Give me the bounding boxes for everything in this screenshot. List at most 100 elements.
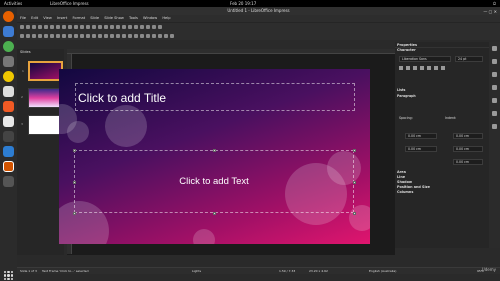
redo-icon[interactable] (80, 25, 84, 29)
crop-icon[interactable] (158, 33, 162, 38)
chart-icon[interactable] (134, 25, 138, 29)
arrange-icon[interactable] (140, 33, 144, 38)
toggle-extrusion-icon[interactable] (170, 33, 174, 38)
highlight-icon[interactable] (441, 66, 445, 70)
language-status[interactable]: English (Australia) (369, 268, 396, 275)
system-menu-icon[interactable]: ⏻ (493, 0, 496, 7)
arrow-icon[interactable] (68, 33, 72, 38)
fontwork-icon[interactable] (152, 25, 156, 29)
gallery-tab-icon[interactable] (492, 111, 497, 116)
line-color-icon[interactable] (44, 33, 48, 38)
resize-handle[interactable] (73, 149, 76, 152)
undo-icon[interactable] (74, 25, 78, 29)
title-placeholder[interactable]: Click to add Title (75, 83, 355, 111)
callouts-icon[interactable] (110, 33, 114, 38)
impress-icon[interactable] (3, 161, 14, 172)
shadow-text-icon[interactable] (427, 66, 431, 70)
select-icon[interactable] (20, 33, 24, 38)
bold-icon[interactable] (399, 66, 403, 70)
firefox-icon[interactable] (3, 11, 14, 22)
print-icon[interactable] (44, 25, 48, 29)
show-draw-functions-icon[interactable] (158, 25, 162, 29)
section-character[interactable]: Character (395, 48, 489, 53)
navigator-tab-icon[interactable] (492, 124, 497, 129)
first-line-indent-field[interactable]: 0.00 cm (453, 159, 483, 165)
align-icon[interactable] (134, 33, 138, 38)
connector-icon[interactable] (80, 33, 84, 38)
shadow-icon[interactable] (152, 33, 156, 38)
styles-tab-icon[interactable] (492, 98, 497, 103)
grid-icon[interactable] (92, 25, 96, 29)
slide-thumbnail-3[interactable]: 3 (21, 115, 63, 135)
menu-format[interactable]: Format (72, 16, 85, 20)
resize-handle[interactable] (73, 181, 76, 184)
flowchart-icon[interactable] (104, 33, 108, 38)
master-slides-tab-icon[interactable] (492, 85, 497, 90)
properties-tab-icon[interactable] (492, 46, 497, 51)
font-name-box[interactable]: Liberation Sans (399, 56, 451, 62)
menu-tools[interactable]: Tools (129, 16, 138, 20)
activities-button[interactable]: Activities (4, 0, 22, 7)
paste-icon[interactable] (62, 25, 66, 29)
open-icon[interactable] (26, 25, 30, 29)
basic-shapes-icon[interactable] (86, 33, 90, 38)
stars-icon[interactable] (116, 33, 120, 38)
resize-handle[interactable] (213, 149, 216, 152)
display-views-icon[interactable] (98, 25, 102, 29)
clone-icon[interactable] (68, 25, 72, 29)
menu-file[interactable]: File (20, 16, 26, 20)
text-icon[interactable] (32, 33, 36, 38)
menu-edit[interactable]: Edit (31, 16, 38, 20)
spacing-above-field[interactable]: 0.00 cm (405, 133, 437, 139)
start-slideshow-icon[interactable] (110, 25, 114, 29)
table-icon[interactable] (116, 25, 120, 29)
indent-after-field[interactable]: 0.00 cm (453, 146, 483, 152)
app-menu[interactable]: LibreOffice Impress (50, 0, 89, 7)
menu-slide-show[interactable]: Slide Show (104, 16, 124, 20)
show-apps-icon[interactable] (4, 271, 13, 280)
chrome-icon[interactable] (3, 41, 14, 52)
distribute-icon[interactable] (146, 33, 150, 38)
filter-icon[interactable] (164, 33, 168, 38)
resize-handle[interactable] (213, 212, 216, 215)
curve-icon[interactable] (74, 33, 78, 38)
help-icon[interactable] (3, 116, 14, 127)
section-columns[interactable]: Columns (397, 190, 430, 195)
ellipse-icon[interactable] (62, 33, 66, 38)
window-controls[interactable]: — ▢ ✕ (483, 8, 497, 16)
resize-handle[interactable] (73, 212, 76, 215)
thunderbird-icon[interactable] (3, 26, 14, 37)
menu-window[interactable]: Window (143, 16, 157, 20)
save-icon[interactable] (32, 25, 36, 29)
settings-icon[interactable] (3, 146, 14, 157)
resize-handle[interactable] (353, 212, 356, 215)
symbol-shapes-icon[interactable] (92, 33, 96, 38)
spelling-icon[interactable] (86, 25, 90, 29)
special-char-icon[interactable] (146, 25, 150, 29)
master-slide-icon[interactable] (104, 25, 108, 29)
writer-icon[interactable] (3, 86, 14, 97)
horizontal-ruler[interactable] (67, 49, 395, 54)
animation-tab-icon[interactable] (492, 72, 497, 77)
slide-thumbnail-1[interactable]: 1 (22, 61, 63, 81)
slide-transition-tab-icon[interactable] (492, 59, 497, 64)
copy-icon[interactable] (56, 25, 60, 29)
rhythmbox-icon[interactable] (3, 71, 14, 82)
media-icon[interactable] (128, 25, 132, 29)
fill-color-icon[interactable] (38, 33, 42, 38)
export-pdf-icon[interactable] (38, 25, 42, 29)
strikethrough-icon[interactable] (420, 66, 424, 70)
menu-slide[interactable]: Slide (90, 16, 99, 20)
section-lists[interactable]: Lists (397, 88, 405, 92)
rectangle-icon[interactable] (56, 33, 60, 38)
software-icon[interactable] (3, 101, 14, 112)
clock[interactable]: Feb 20 19:17 (230, 0, 256, 7)
rotate-icon[interactable] (128, 33, 132, 38)
resize-handle[interactable] (353, 149, 356, 152)
terminal-icon[interactable] (3, 131, 14, 142)
underline-icon[interactable] (413, 66, 417, 70)
3d-objects-icon[interactable] (122, 33, 126, 38)
slide-thumbnail-2[interactable]: 2 (21, 88, 63, 108)
zoom-icon[interactable] (26, 33, 30, 38)
files-icon[interactable] (3, 56, 14, 67)
